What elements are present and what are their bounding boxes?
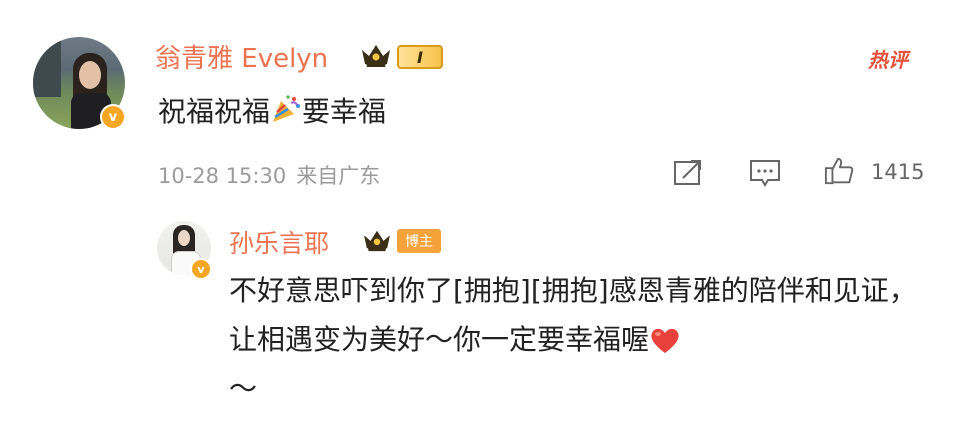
heart-emoji	[651, 328, 679, 353]
party-popper-emoji	[273, 95, 301, 122]
crown-icon	[362, 45, 390, 67]
comment-source: 来自广东	[296, 164, 381, 188]
reply-text: 不好意思吓到你了[拥抱][拥抱]感恩青雅的陪伴和见证，让相遇变为美好～你一定要幸…	[229, 266, 929, 413]
hot-comment-tag: 热评	[868, 48, 908, 72]
reply-text-body: 不好意思吓到你了[拥抱][拥抱]感恩青雅的陪伴和见证，让相遇变为美好～你一定要幸…	[229, 274, 917, 356]
comment-icon[interactable]	[748, 158, 782, 188]
username-author[interactable]: 孙乐言耶	[229, 224, 329, 260]
verified-badge-author: v	[190, 258, 212, 280]
reply-text-tail: ～	[229, 372, 258, 405]
comment-text-part1: 祝福祝福	[158, 95, 271, 128]
repost-icon[interactable]	[672, 158, 706, 188]
verified-badge: v	[100, 104, 126, 130]
like-icon[interactable]	[822, 156, 856, 186]
crown-icon	[364, 230, 390, 252]
like-count: 1415	[871, 160, 925, 184]
level-badge: I	[397, 45, 443, 69]
comment-timestamp: 10-28 15:30	[158, 164, 287, 188]
author-tag: 博主	[397, 229, 441, 253]
username-evelyn[interactable]: 翁青雅 Evelyn	[155, 38, 328, 75]
comment-text: 祝福祝福 要幸福	[158, 90, 386, 130]
comment-text-part2: 要幸福	[302, 95, 387, 128]
comment-meta: 10-28 15:30 来自广东	[158, 160, 390, 190]
